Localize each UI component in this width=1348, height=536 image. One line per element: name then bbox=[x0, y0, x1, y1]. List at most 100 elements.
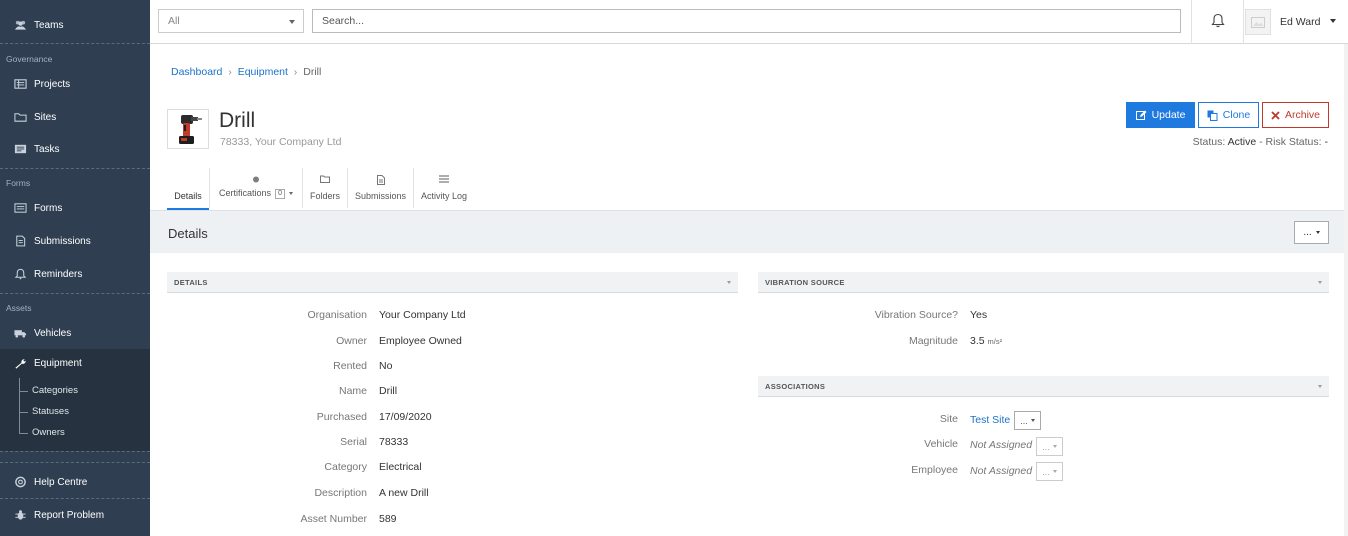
breadcrumb-equipment[interactable]: Equipment bbox=[238, 66, 288, 78]
field-label: Description bbox=[314, 487, 367, 499]
section-title: Details bbox=[168, 226, 208, 241]
sidebar-divider bbox=[0, 168, 150, 169]
field-value: Electrical bbox=[379, 461, 422, 473]
tab-submissions[interactable]: Submissions bbox=[348, 166, 413, 210]
magnitude-number: 3.5 bbox=[970, 335, 985, 347]
sidebar-item-sites[interactable]: Sites bbox=[0, 102, 150, 132]
sidebar-item-vehicles[interactable]: Vehicles bbox=[0, 318, 150, 348]
page-scrollbar[interactable] bbox=[1344, 44, 1348, 536]
sidebar-tree-branch bbox=[19, 412, 28, 413]
status-separator: - bbox=[1259, 136, 1263, 148]
tab-details[interactable]: Details bbox=[167, 166, 209, 210]
chevron-down-icon bbox=[1052, 470, 1057, 473]
site-link[interactable]: Test Site bbox=[970, 414, 1010, 426]
sidebar-tree-line bbox=[19, 378, 20, 433]
site-options-label: ... bbox=[1020, 415, 1028, 426]
employee-options-button[interactable]: ... bbox=[1036, 462, 1063, 481]
user-name: Ed Ward bbox=[1280, 16, 1321, 28]
document-icon bbox=[13, 235, 27, 247]
notifications-button[interactable] bbox=[1191, 0, 1244, 44]
field-value: 17/09/2020 bbox=[379, 411, 432, 423]
avatar bbox=[1245, 9, 1271, 35]
field-label: Site bbox=[939, 413, 958, 425]
certifications-count: 0 bbox=[275, 189, 285, 199]
breadcrumb: Dashboard › Equipment › Drill bbox=[171, 66, 321, 78]
sidebar-divider bbox=[0, 462, 150, 463]
clone-label: Clone bbox=[1222, 109, 1251, 121]
sidebar-item-projects[interactable]: Projects bbox=[0, 69, 150, 99]
tab-certifications-wrap: Certifications 0 bbox=[219, 188, 293, 199]
details-panel-heading: DETAILS bbox=[174, 278, 208, 287]
sidebar-item-teams[interactable]: Teams bbox=[0, 10, 150, 40]
risk-status-label: Risk Status: bbox=[1265, 136, 1322, 148]
search-input[interactable] bbox=[312, 9, 1181, 33]
bell-icon bbox=[13, 268, 27, 280]
lifebuoy-icon bbox=[13, 476, 27, 488]
tab-activity-log[interactable]: Activity Log bbox=[414, 166, 474, 210]
associations-panel-heading: ASSOCIATIONS bbox=[765, 382, 826, 391]
field-value: Employee Owned bbox=[379, 335, 462, 347]
breadcrumb-separator: › bbox=[293, 66, 298, 78]
field-value: Drill bbox=[379, 385, 398, 397]
vibration-panel-header[interactable]: VIBRATION SOURCE bbox=[758, 272, 1329, 293]
sidebar-subitem-owners[interactable]: Owners bbox=[32, 427, 65, 438]
field-label: Purchased bbox=[316, 411, 367, 423]
status-badge: Active bbox=[1227, 136, 1257, 148]
field-label: Rented bbox=[333, 360, 367, 372]
more-options-button[interactable]: ... bbox=[1294, 221, 1329, 244]
sidebar-item-label: Forms bbox=[34, 202, 63, 214]
sidebar-divider bbox=[0, 293, 150, 294]
sidebar-item-forms[interactable]: Forms bbox=[0, 193, 150, 223]
field-label: Organisation bbox=[307, 309, 367, 321]
sidebar-subitem-statuses[interactable]: Statuses bbox=[32, 406, 69, 417]
vehicle-options-button[interactable]: ... bbox=[1036, 437, 1063, 456]
sidebar-item-label: Submissions bbox=[34, 235, 91, 247]
sidebar-subitem-categories[interactable]: Categories bbox=[32, 385, 78, 396]
tab-certifications-label: Certifications bbox=[219, 188, 272, 198]
update-button[interactable]: Update bbox=[1126, 102, 1195, 128]
breadcrumb-dashboard[interactable]: Dashboard bbox=[171, 66, 222, 78]
truck-icon bbox=[13, 327, 27, 339]
user-menu[interactable]: Ed Ward bbox=[1245, 0, 1348, 44]
certificate-dot-icon bbox=[253, 175, 260, 185]
sidebar-item-submissions[interactable]: Submissions bbox=[0, 226, 150, 256]
field-value: No bbox=[379, 360, 393, 372]
clone-button[interactable]: Clone bbox=[1198, 102, 1259, 128]
section-header: Details ... bbox=[150, 210, 1348, 253]
tab-folders[interactable]: Folders bbox=[303, 166, 347, 210]
sidebar-item-equipment[interactable]: Equipment bbox=[0, 349, 150, 451]
bug-icon bbox=[13, 509, 27, 521]
sidebar-item-reminders[interactable]: Reminders bbox=[0, 259, 150, 289]
equipment-thumbnail[interactable] bbox=[167, 109, 209, 149]
scope-select[interactable]: All bbox=[158, 9, 304, 33]
magnitude-value: 3.5 m/s² bbox=[970, 335, 1002, 347]
tab-certifications[interactable]: Certifications 0 bbox=[210, 166, 302, 210]
sidebar-item-help-centre[interactable]: Help Centre bbox=[0, 467, 150, 497]
field-label: Magnitude bbox=[908, 335, 958, 347]
associations-panel-header[interactable]: ASSOCIATIONS bbox=[758, 376, 1329, 397]
drill-image bbox=[179, 115, 202, 144]
page-title: Drill bbox=[219, 109, 256, 132]
tab-activity-log-label: Activity Log bbox=[420, 191, 468, 201]
field-label: Vehicle bbox=[924, 438, 958, 450]
site-options-button[interactable]: ... bbox=[1014, 411, 1041, 430]
bell-icon bbox=[1210, 13, 1225, 31]
sidebar-item-tasks[interactable]: Tasks bbox=[0, 134, 150, 164]
chevron-down-icon bbox=[1052, 445, 1057, 448]
archive-button[interactable]: Archive bbox=[1262, 102, 1329, 128]
projects-icon bbox=[13, 78, 27, 90]
sidebar-section-governance: Governance bbox=[6, 54, 53, 64]
field-label: Owner bbox=[336, 335, 367, 347]
field-label: Vibration Source? bbox=[874, 309, 958, 321]
field-value: Yes bbox=[970, 309, 988, 321]
sidebar-item-report-problem[interactable]: Report Problem bbox=[0, 500, 150, 530]
tab-bar: Details Certifications 0 Folders Submissi… bbox=[167, 166, 474, 210]
folder-icon bbox=[320, 175, 330, 185]
chevron-down-icon bbox=[1318, 281, 1322, 284]
users-icon bbox=[13, 19, 27, 31]
details-panel-header[interactable]: DETAILS bbox=[167, 272, 738, 293]
field-value: 78333 bbox=[379, 436, 409, 448]
tasks-icon bbox=[13, 143, 27, 155]
sidebar-item-label: Projects bbox=[34, 78, 71, 90]
chevron-down-icon bbox=[1330, 19, 1336, 23]
